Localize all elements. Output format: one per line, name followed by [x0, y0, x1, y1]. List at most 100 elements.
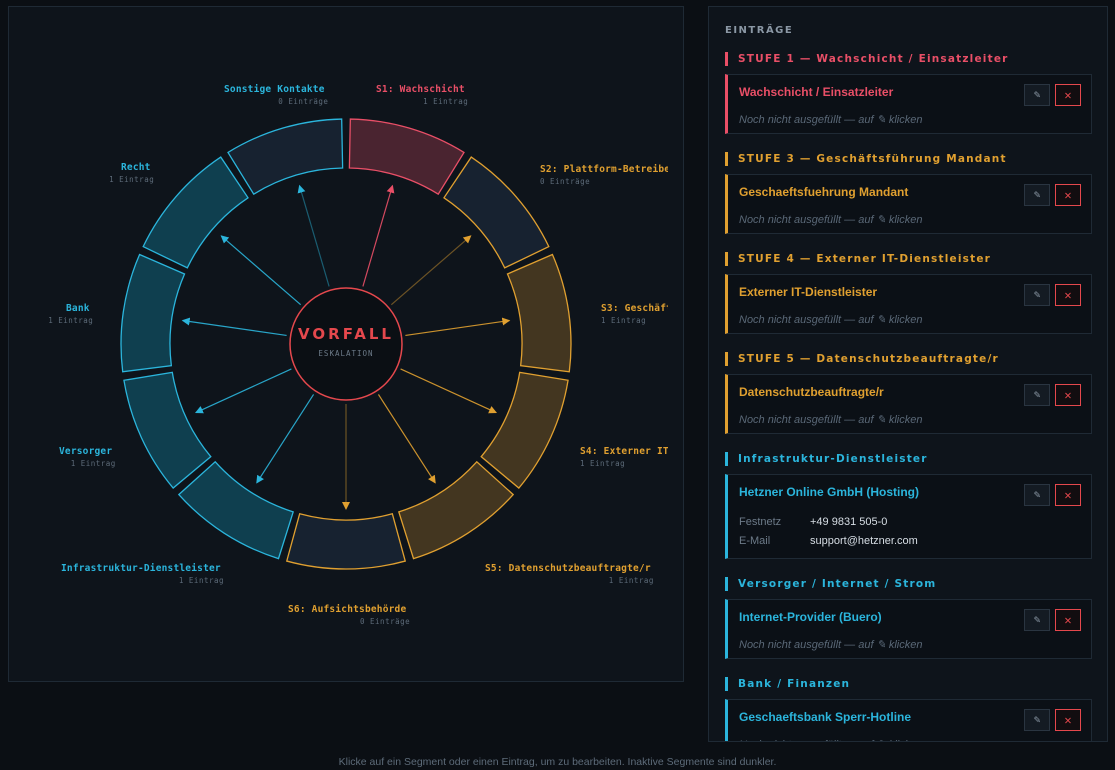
edit-icon[interactable]: ✎ [1024, 84, 1050, 106]
field-key: E-Mail [739, 535, 771, 547]
segment-label[interactable]: S5: Datenschutzbeauftragte/r [485, 563, 651, 574]
wheel-segment[interactable] [227, 118, 344, 196]
segment-count: 0 Einträge [278, 97, 329, 106]
entry-group: Bank / Finanzen Geschaeftsbank Sperr-Hotl… [725, 677, 1092, 741]
entry-empty-hint: Noch nicht ausgefüllt — auf ✎ klicken [739, 639, 923, 651]
segment-count: 1 Eintrag [109, 175, 155, 184]
entry-field: Festnetz +49 9831 505-0 [739, 516, 887, 528]
entry-group: STUFE 5 — Datenschutzbeauftragte/r Datens… [725, 352, 1092, 434]
segment-count: 1 Eintrag [70, 459, 116, 468]
escalation-arrow [297, 184, 330, 287]
wheel-segment[interactable] [506, 253, 572, 373]
edit-icon[interactable]: ✎ [1024, 284, 1050, 306]
escalation-arrow [195, 368, 292, 414]
entry-group: STUFE 4 — Externer IT-Dienstleister Exter… [725, 252, 1092, 334]
group-heading: STUFE 5 — Datenschutzbeauftragte/r [725, 352, 1092, 366]
group-heading: STUFE 3 — Geschäftsführung Mandant [725, 152, 1092, 166]
entry-name: Externer IT-Dienstleister [739, 285, 878, 299]
entry-name: Internet-Provider (Buero) [739, 610, 882, 624]
escalation-wheel [120, 118, 572, 570]
segment-label[interactable]: Sonstige Kontakte [224, 84, 325, 95]
escalation-arrow [220, 235, 302, 306]
edit-icon[interactable]: ✎ [1024, 709, 1050, 731]
edit-icon[interactable]: ✎ [1024, 484, 1050, 506]
segment-count: 1 Eintrag [580, 459, 626, 468]
escalation-arrow [405, 317, 511, 337]
delete-icon[interactable]: ✕ [1055, 284, 1081, 306]
entry-name: Datenschutzbeauftragte/r [739, 385, 884, 399]
entry-empty-hint: Noch nicht ausgefüllt — auf ✎ klicken [739, 114, 923, 126]
entry-name: Wachschicht / Einsatzleiter [739, 85, 894, 99]
segment-label[interactable]: Recht [121, 162, 151, 173]
entry-group: Versorger / Internet / Strom Internet-Pro… [725, 577, 1092, 659]
segment-label[interactable]: S6: Aufsichtsbehörde [288, 604, 406, 615]
entry-card[interactable]: Geschaeftsfuehrung Mandant ✎ ✕ Noch nicht a… [725, 174, 1092, 234]
wheel-segment[interactable] [398, 460, 515, 560]
escalation-arrow [362, 184, 395, 287]
segment-label[interactable]: S3: Geschäft [601, 303, 668, 314]
group-heading: Infrastruktur-Dienstleister [725, 452, 1092, 466]
edit-icon[interactable]: ✎ [1024, 184, 1050, 206]
segment-label[interactable]: Bank [66, 303, 90, 314]
wheel-segment[interactable] [285, 512, 407, 570]
entry-empty-hint: Noch nicht ausgefüllt — auf ✎ klicken [739, 414, 923, 426]
entry-group: STUFE 1 — Wachschicht / Einsatzleiter Wac… [725, 52, 1092, 134]
segment-count: 0 Einträge [360, 617, 411, 626]
entry-empty-hint: Noch nicht ausgefüllt — auf ✎ klicken [739, 738, 922, 741]
group-heading: STUFE 4 — Externer IT-Dienstleister [725, 252, 1092, 266]
segment-label[interactable]: S1: Wachschicht [376, 84, 465, 95]
entry-group: Infrastruktur-Dienstleister Hetzner Onlin… [725, 452, 1092, 559]
field-value[interactable]: +49 9831 505-0 [810, 516, 887, 528]
field-value[interactable]: support@hetzner.com [810, 535, 918, 547]
entry-name: Geschaeftsfuehrung Mandant [739, 185, 909, 199]
wheel-segment[interactable] [480, 371, 569, 489]
entry-card[interactable]: Externer IT-Dienstleister ✎ ✕ Noch nicht au… [725, 274, 1092, 334]
group-heading: STUFE 1 — Wachschicht / Einsatzleiter [725, 52, 1092, 66]
incident-center-circle[interactable] [289, 287, 403, 401]
entries-heading: EINTRÄGE [725, 25, 794, 36]
escalation-wheel-panel: VORFALL ESKALATION S1: Wachschicht 1 Eint… [8, 6, 684, 682]
escalation-arrow [377, 394, 436, 484]
segment-count: 1 Eintrag [423, 97, 469, 106]
wheel-segment[interactable] [443, 156, 550, 269]
segment-count: 0 Einträge [540, 177, 591, 186]
wheel-segment[interactable] [348, 118, 465, 196]
segment-count: 1 Eintrag [608, 576, 654, 585]
delete-icon[interactable]: ✕ [1055, 609, 1081, 631]
wheel-segment[interactable] [120, 253, 186, 373]
entry-field: E-Mail support@hetzner.com [739, 535, 918, 547]
segment-label[interactable]: S2: Plattform-Betreiber [540, 164, 668, 175]
escalation-arrow [390, 235, 472, 306]
delete-icon[interactable]: ✕ [1055, 84, 1081, 106]
delete-icon[interactable]: ✕ [1055, 484, 1081, 506]
segment-count: 1 Eintrag [178, 576, 225, 585]
entry-card[interactable]: Wachschicht / Einsatzleiter ✎ ✕ Noch nicht … [725, 74, 1092, 134]
entry-card[interactable]: Geschaeftsbank Sperr-Hotline ✎✕ Noch nicht… [725, 699, 1092, 741]
entry-empty-hint: Noch nicht ausgefüllt — auf ✎ klicken [739, 314, 923, 326]
entry-card[interactable]: Internet-Provider (Buero) ✎ ✕ Noch nicht au… [725, 599, 1092, 659]
edit-icon[interactable]: ✎ [1024, 609, 1050, 631]
escalation-arrow [181, 317, 287, 337]
group-heading: Versorger / Internet / Strom [725, 577, 1092, 591]
group-heading: Bank / Finanzen [725, 677, 1092, 691]
segment-label[interactable]: S4: Externer IT-D [580, 446, 668, 457]
entry-name: Hetzner Online GmbH (Hosting) [739, 485, 919, 499]
entry-group: STUFE 3 — Geschäftsführung Mandant Gescha… [725, 152, 1092, 234]
wheel-segment[interactable] [177, 460, 294, 560]
escalation-arrow [256, 394, 315, 484]
wheel-segment[interactable] [142, 156, 249, 269]
wheel-segment[interactable] [123, 371, 212, 489]
segment-count: 1 Eintrag [48, 316, 94, 325]
entry-card[interactable]: Hetzner Online GmbH (Hosting) ✎ ✕ Festnetz +… [725, 474, 1092, 559]
segment-label[interactable]: Versorger [59, 446, 112, 457]
delete-icon[interactable]: ✕ [1055, 384, 1081, 406]
incident-subtitle: ESKALATION [318, 349, 374, 358]
entries-panel: EINTRÄGE STUFE 1 — Wachschicht / Einsatz… [708, 6, 1108, 742]
delete-icon[interactable]: ✕ [1055, 184, 1081, 206]
edit-icon[interactable]: ✎ [1024, 384, 1050, 406]
entry-name: Geschaeftsbank Sperr-Hotline [739, 710, 912, 724]
entry-card[interactable]: Datenschutzbeauftragte/r ✎ ✕ Noch nicht aus… [725, 374, 1092, 434]
segment-label[interactable]: Infrastruktur-Dienstleister [61, 563, 221, 574]
delete-icon[interactable]: ✕ [1055, 709, 1081, 731]
incident-title[interactable]: VORFALL [291, 325, 401, 343]
